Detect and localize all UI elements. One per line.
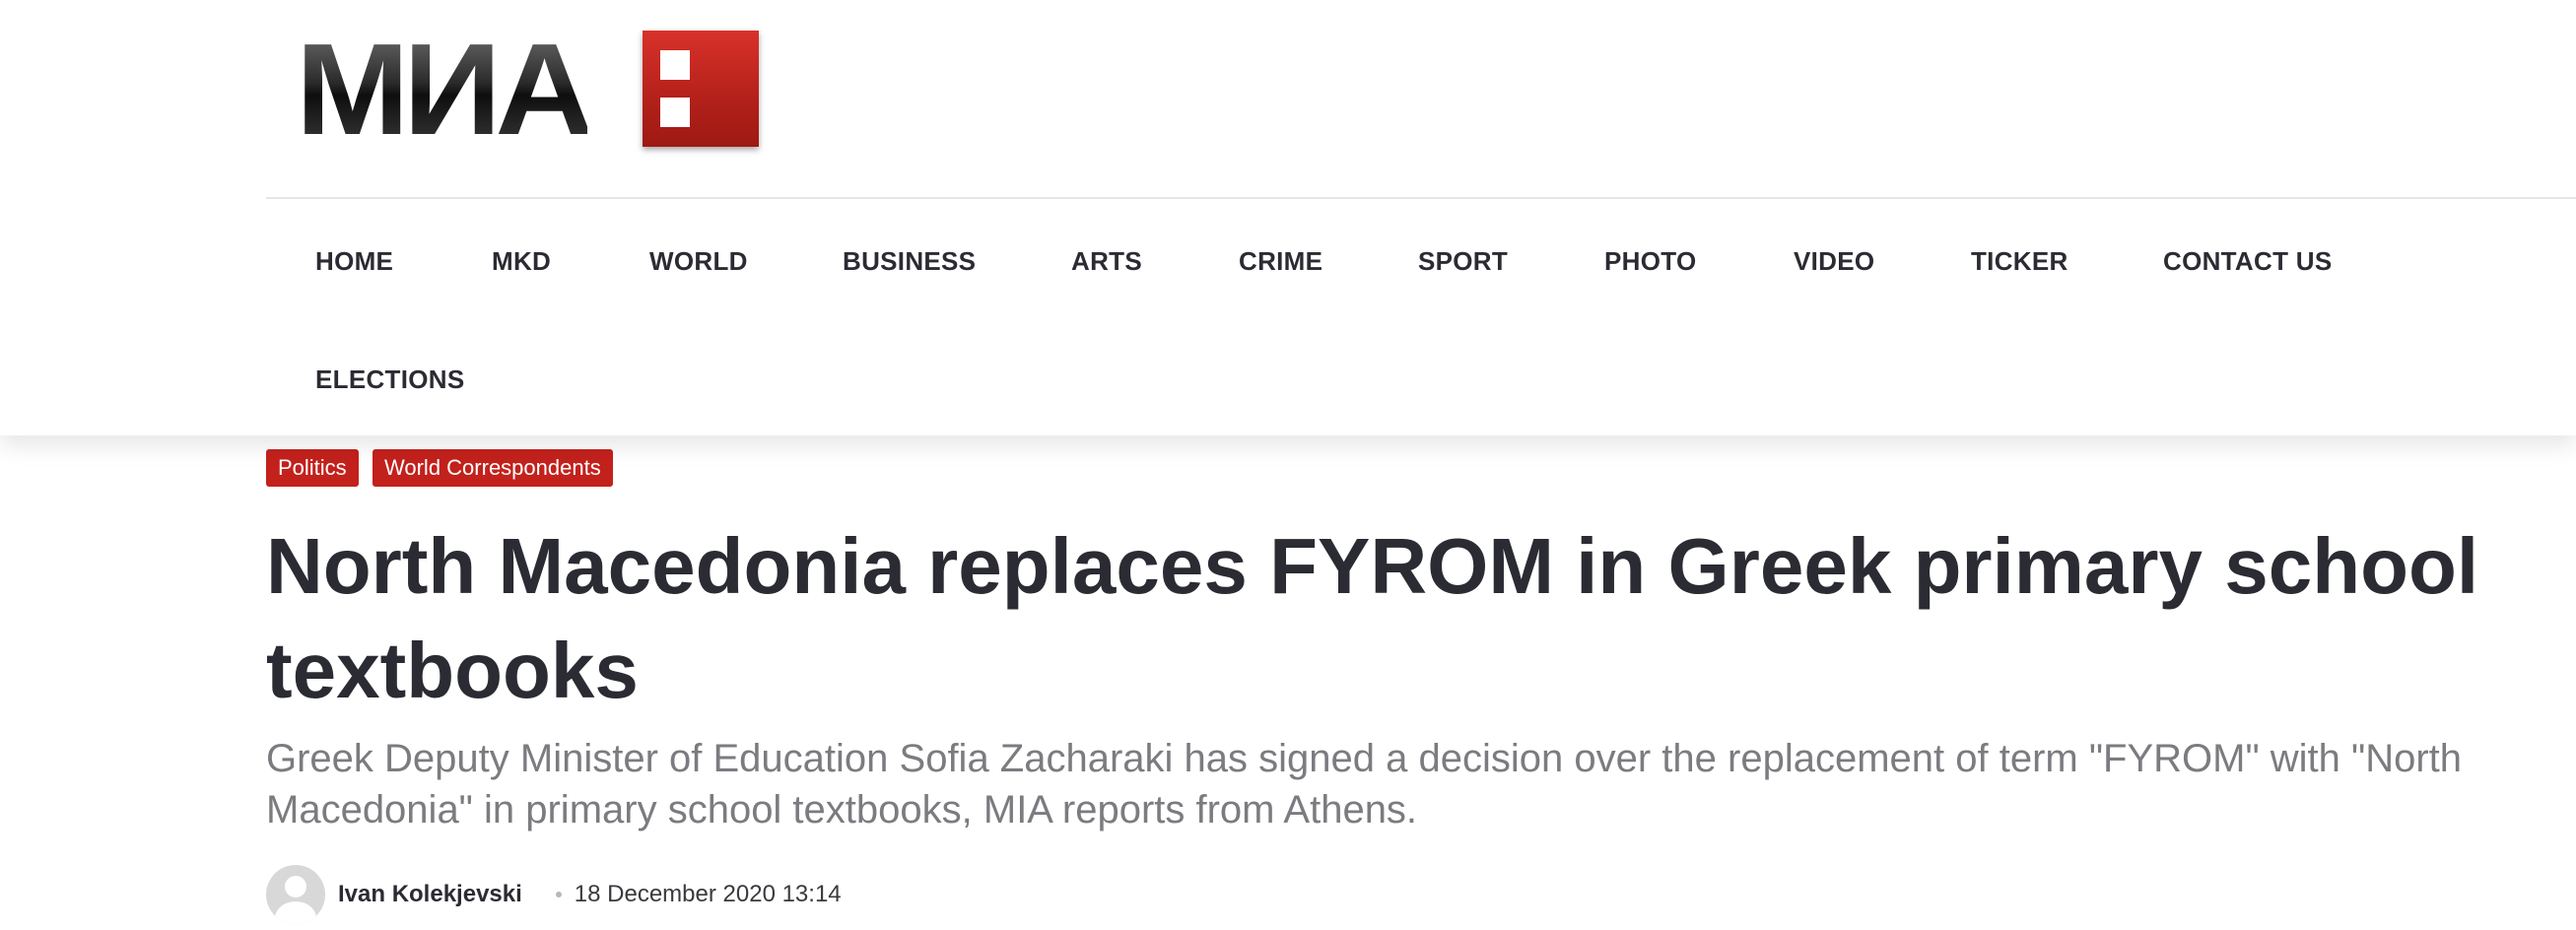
nav-item-world[interactable]: WORLD xyxy=(649,246,748,277)
site-logo[interactable]: МИА xyxy=(296,17,764,162)
nav-item-home[interactable]: HOME xyxy=(315,246,393,277)
nav-item-photo[interactable]: PHOTO xyxy=(1604,246,1696,277)
site-header: МИА HOME MKD WORLD BUSINESS ARTS CRIME S… xyxy=(0,0,2576,435)
tag-world-correspondents[interactable]: World Correspondents xyxy=(373,449,613,487)
logo-red-square-icon xyxy=(643,31,759,147)
author-name[interactable]: Ivan Kolekjevski xyxy=(338,881,522,908)
article-lede: Greek Deputy Minister of Education Sofia… xyxy=(266,737,2463,831)
nav-item-elections[interactable]: ELECTIONS xyxy=(315,365,465,395)
nav-item-video[interactable]: VIDEO xyxy=(1794,246,1874,277)
tag-politics[interactable]: Politics xyxy=(266,449,359,487)
article-title: North Macedonia replaces FYROM in Greek … xyxy=(266,522,2479,714)
nav-item-crime[interactable]: CRIME xyxy=(1239,246,1322,277)
nav-item-sport[interactable]: SPORT xyxy=(1418,246,1508,277)
user-avatar-icon[interactable] xyxy=(266,865,325,924)
logo-wordmark: МИА xyxy=(296,17,594,162)
meta-separator-dot xyxy=(555,892,562,897)
publish-date: 18 December 2020 13:14 xyxy=(574,881,842,907)
nav-item-business[interactable]: BUSINESS xyxy=(843,246,976,277)
nav-item-mkd[interactable]: MKD xyxy=(492,246,551,277)
nav-item-arts[interactable]: ARTS xyxy=(1071,246,1142,277)
header-divider xyxy=(266,197,2576,199)
nav-item-ticker[interactable]: TICKER xyxy=(1971,246,2068,277)
nav-item-contact-us[interactable]: CONTACT US xyxy=(2163,246,2333,277)
article-meta: Ivan Kolekjevski 18 December 2020 13:14 xyxy=(266,863,1252,926)
